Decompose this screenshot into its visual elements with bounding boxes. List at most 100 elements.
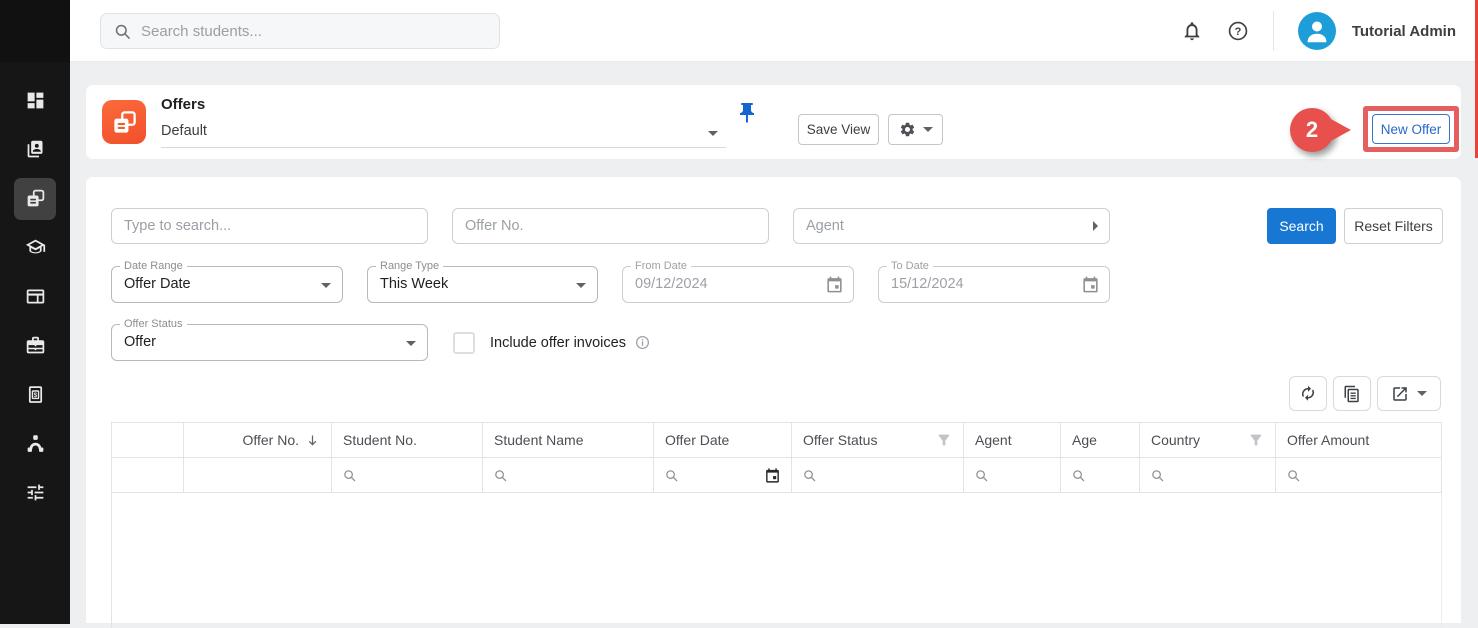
help-icon: ? bbox=[1227, 20, 1249, 42]
column-filter-offer_date[interactable] bbox=[654, 458, 792, 492]
column-header-offer_date[interactable]: Offer Date bbox=[654, 423, 792, 457]
view-settings-button[interactable] bbox=[888, 114, 943, 145]
column-label: Offer Amount bbox=[1287, 432, 1369, 448]
search-students-input[interactable] bbox=[101, 14, 499, 48]
view-selector-value: Default bbox=[161, 123, 207, 139]
sidebar-items: $ bbox=[0, 76, 70, 517]
chevron-down-icon bbox=[708, 131, 718, 136]
column-header-country[interactable]: Country bbox=[1140, 423, 1276, 457]
to-date-field[interactable]: To Date 15/12/2024 bbox=[878, 266, 1110, 303]
offers-table: Offer No. Student No. Student Name Offer Da… bbox=[111, 422, 1442, 628]
range-type-select[interactable]: Range Type This Week bbox=[367, 266, 598, 303]
avatar bbox=[1298, 12, 1336, 50]
offer-no-filter-input[interactable] bbox=[452, 208, 769, 244]
agent-filter-input[interactable] bbox=[793, 208, 1110, 244]
search-icon bbox=[974, 468, 989, 483]
export-button[interactable] bbox=[1377, 376, 1441, 411]
tutorial-step-annotation: 2 bbox=[1290, 108, 1334, 152]
from-date-value: 09/12/2024 bbox=[635, 276, 708, 292]
save-view-button[interactable]: Save View bbox=[798, 114, 879, 145]
offer-status-select[interactable]: Offer Status Offer bbox=[111, 324, 428, 361]
column-filter-agent[interactable] bbox=[964, 458, 1061, 492]
topbar-actions: ? Tutorial Admin bbox=[1181, 0, 1464, 62]
column-filter-offer_status[interactable] bbox=[792, 458, 964, 492]
from-date-field[interactable]: From Date 09/12/2024 bbox=[622, 266, 854, 303]
sidebar-item-boards[interactable] bbox=[0, 272, 70, 321]
sort-desc-icon[interactable] bbox=[305, 433, 320, 448]
column-filter-age[interactable] bbox=[1061, 458, 1140, 492]
pin-view-button[interactable] bbox=[735, 101, 759, 125]
chevron-right-icon bbox=[1093, 221, 1098, 231]
date-range-label: Date Range bbox=[120, 260, 187, 272]
notifications-button[interactable] bbox=[1181, 20, 1203, 42]
column-header-row_select[interactable] bbox=[112, 423, 184, 457]
column-header-student_no[interactable]: Student No. bbox=[332, 423, 483, 457]
bell-icon bbox=[1181, 20, 1203, 42]
svg-text:?: ? bbox=[1234, 26, 1241, 38]
reset-filters-button[interactable]: Reset Filters bbox=[1344, 208, 1443, 244]
column-label: Student No. bbox=[343, 432, 417, 448]
date-range-select[interactable]: Date Range Offer Date bbox=[111, 266, 343, 303]
column-label: Offer Status bbox=[803, 432, 877, 448]
offers-icon bbox=[111, 109, 138, 136]
calendar-icon[interactable] bbox=[1081, 275, 1100, 294]
sidebar-item-settings[interactable] bbox=[0, 468, 70, 517]
column-filter-country[interactable] bbox=[1140, 458, 1276, 492]
sidebar-item-agents[interactable] bbox=[0, 419, 70, 468]
sidebar-item-offers[interactable] bbox=[0, 174, 70, 223]
search-icon bbox=[664, 468, 679, 483]
search-button[interactable]: Search bbox=[1267, 208, 1336, 244]
info-icon[interactable] bbox=[635, 335, 650, 350]
column-label: Offer Date bbox=[665, 432, 729, 448]
app-logo[interactable] bbox=[0, 0, 70, 62]
to-date-label: To Date bbox=[887, 260, 933, 272]
range-type-value: This Week bbox=[380, 276, 448, 292]
topbar: ? Tutorial Admin bbox=[70, 0, 1478, 62]
help-button[interactable]: ? bbox=[1227, 20, 1249, 42]
column-label: Country bbox=[1151, 432, 1200, 448]
chevron-down-icon bbox=[923, 127, 933, 132]
column-header-agent[interactable]: Agent bbox=[964, 423, 1061, 457]
copy-button[interactable] bbox=[1333, 376, 1371, 411]
sliders-icon bbox=[25, 482, 46, 503]
sidebar-item-students[interactable] bbox=[0, 125, 70, 174]
range-type-label: Range Type bbox=[376, 260, 443, 272]
gear-icon bbox=[899, 121, 916, 138]
agent-filter bbox=[793, 208, 1110, 244]
student-search-box[interactable] bbox=[100, 13, 500, 49]
column-header-age[interactable]: Age bbox=[1061, 423, 1140, 457]
from-date-label: From Date bbox=[631, 260, 691, 272]
calendar-icon[interactable] bbox=[825, 275, 844, 294]
column-filter-offer_amount[interactable] bbox=[1276, 458, 1442, 492]
column-header-offer_amount[interactable]: Offer Amount bbox=[1276, 423, 1442, 457]
pin-icon bbox=[735, 101, 759, 125]
refresh-icon bbox=[1299, 385, 1317, 403]
view-selector[interactable]: Default bbox=[161, 118, 726, 148]
annotation-number: 2 bbox=[1306, 117, 1318, 143]
column-filter-student_no[interactable] bbox=[332, 458, 483, 492]
column-filter-student_name[interactable] bbox=[483, 458, 654, 492]
search-icon bbox=[1150, 468, 1165, 483]
include-offer-invoices-label: Include offer invoices bbox=[490, 335, 626, 351]
keyword-filter-input[interactable] bbox=[111, 208, 428, 244]
include-offer-invoices-checkbox[interactable] bbox=[453, 332, 475, 354]
sidebar-item-education[interactable] bbox=[0, 223, 70, 272]
column-header-student_name[interactable]: Student Name bbox=[483, 423, 654, 457]
column-header-offer_status[interactable]: Offer Status bbox=[792, 423, 964, 457]
keyword-filter bbox=[111, 208, 428, 244]
filter-funnel-icon[interactable] bbox=[1248, 432, 1264, 448]
column-header-offer_no[interactable]: Offer No. bbox=[184, 423, 332, 457]
search-icon bbox=[1286, 468, 1301, 483]
user-menu[interactable]: Tutorial Admin bbox=[1298, 12, 1464, 50]
graduation-cap-icon bbox=[25, 237, 46, 258]
offer-status-value: Offer bbox=[124, 334, 156, 350]
calendar-icon[interactable] bbox=[764, 467, 781, 484]
sidebar-item-invoices[interactable]: $ bbox=[0, 370, 70, 419]
filter-funnel-icon[interactable] bbox=[936, 432, 952, 448]
svg-text:$: $ bbox=[33, 392, 37, 399]
chevron-down-icon bbox=[1417, 391, 1427, 396]
search-icon bbox=[493, 468, 508, 483]
refresh-button[interactable] bbox=[1289, 376, 1327, 411]
sidebar-item-services[interactable] bbox=[0, 321, 70, 370]
sidebar-item-dashboard[interactable] bbox=[0, 76, 70, 125]
